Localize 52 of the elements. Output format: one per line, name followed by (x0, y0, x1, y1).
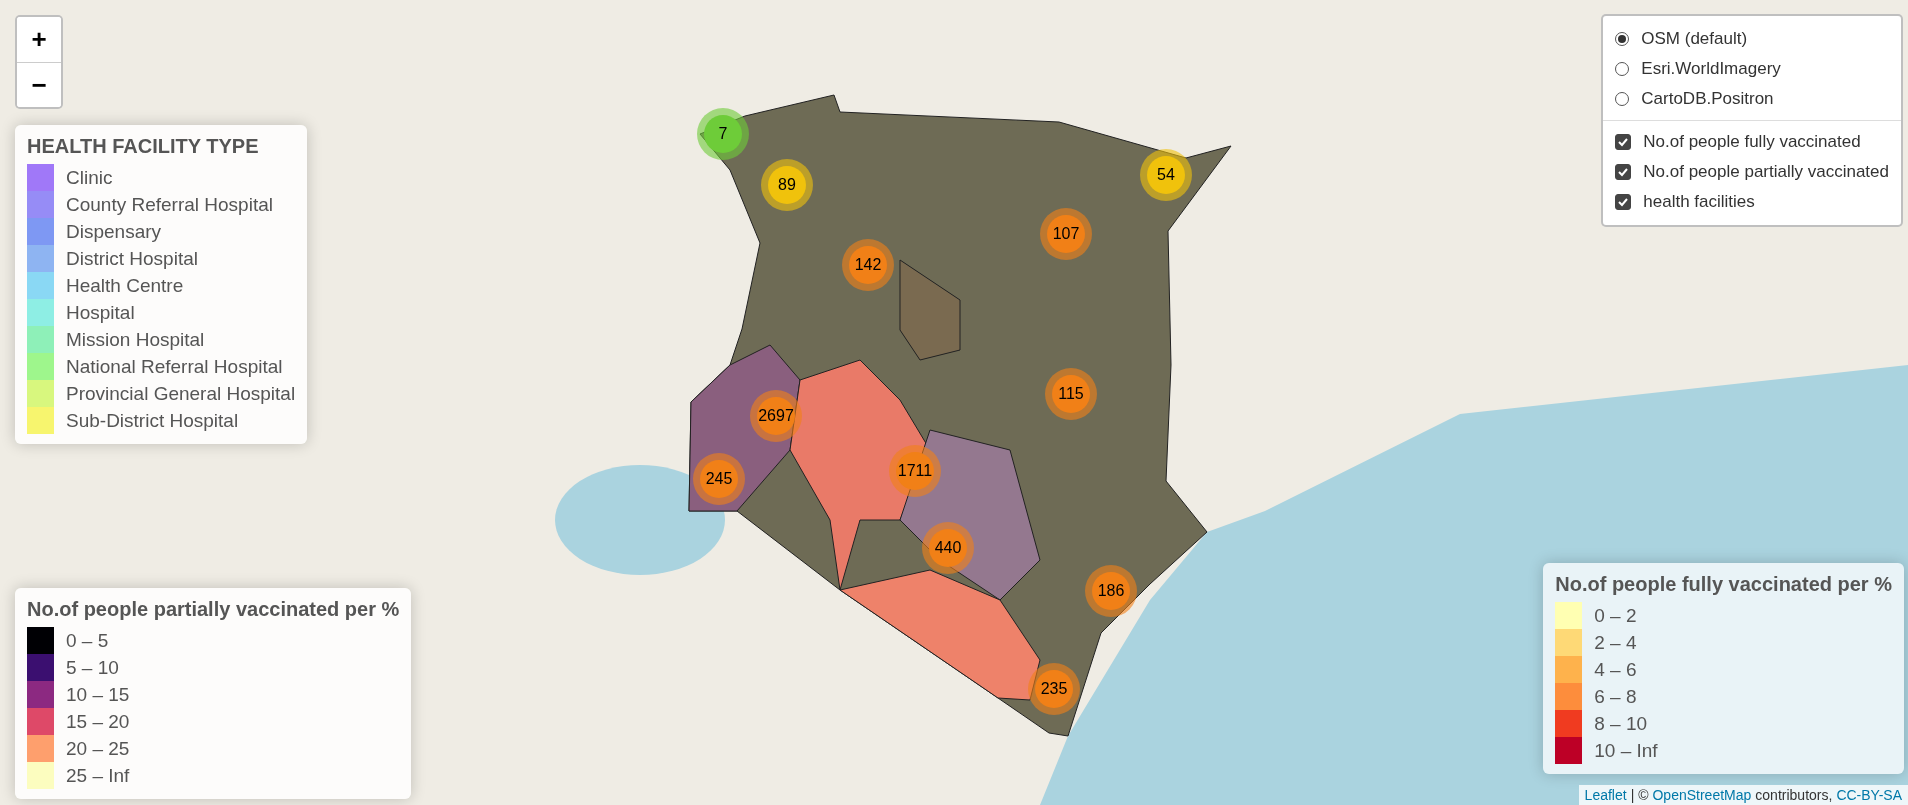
legend-label: 0 – 5 (66, 629, 109, 652)
cluster-marker[interactable]: 2697 (750, 390, 802, 442)
checkbox[interactable] (1615, 134, 1632, 150)
attribution-link[interactable]: Leaflet (1584, 787, 1627, 803)
attribution-text: | © (1630, 787, 1649, 803)
zoom-out-button[interactable]: − (17, 62, 61, 107)
legend-label: 6 – 8 (1594, 685, 1637, 708)
legend-label: 5 – 10 (66, 656, 119, 679)
legend-label: 4 – 6 (1594, 658, 1637, 681)
legend-title: No.of people partially vaccinated per % (27, 598, 400, 621)
legend-label: National Referral Hospital (66, 355, 283, 378)
attribution-link[interactable]: CC-BY-SA (1836, 787, 1902, 803)
legend-label: Sub-District Hospital (66, 409, 239, 432)
cluster-marker[interactable]: 186 (1085, 565, 1137, 617)
legend-label: 10 – Inf (1594, 739, 1658, 762)
overlay-label[interactable]: health facilities (1643, 192, 1755, 212)
legend-title: HEALTH FACILITY TYPE (27, 135, 260, 158)
legend-label: Hospital (66, 301, 135, 324)
cluster-marker[interactable]: 107 (1040, 208, 1092, 260)
legend-label: 15 – 20 (66, 710, 130, 733)
checkbox[interactable] (1615, 164, 1632, 180)
overlay-label[interactable]: No.of people partially vaccinated (1643, 162, 1889, 182)
overlay-label[interactable]: No.of people fully vaccinated (1643, 132, 1861, 152)
base-layer-label[interactable]: Esri.WorldImagery (1641, 59, 1781, 79)
legend-title: No.of people fully vaccinated per % (1555, 573, 1892, 596)
base-layer-label[interactable]: CartoDB.Positron (1641, 89, 1774, 109)
cluster-marker[interactable]: 235 (1028, 663, 1080, 715)
cluster-marker[interactable]: 115 (1045, 368, 1097, 420)
legend-label: 20 – 25 (66, 737, 130, 760)
legend-label: Mission Hospital (66, 328, 205, 351)
cluster-marker[interactable]: 245 (693, 453, 745, 505)
cluster-marker[interactable]: 1711 (889, 445, 941, 497)
cluster-marker[interactable]: 7 (697, 108, 749, 160)
legend-label: 2 – 4 (1594, 631, 1637, 654)
cluster-marker[interactable]: 54 (1140, 149, 1192, 201)
cluster-marker[interactable]: 89 (761, 159, 813, 211)
checkbox[interactable] (1615, 194, 1632, 210)
legend-label: Health Centre (66, 274, 184, 297)
legend-label: Clinic (66, 166, 113, 189)
base-layer-label[interactable]: OSM (default) (1641, 29, 1748, 49)
attribution-link[interactable]: OpenStreetMap (1652, 787, 1752, 803)
legend-label: 10 – 15 (66, 683, 130, 706)
cluster-marker[interactable]: 440 (922, 522, 974, 574)
cluster-marker[interactable]: 142 (842, 239, 894, 291)
legend-label: District Hospital (66, 247, 198, 270)
attribution-text: contributors, (1755, 787, 1833, 803)
legend-label: 8 – 10 (1594, 712, 1648, 735)
legend-label: County Referral Hospital (66, 193, 273, 216)
legend-label: 0 – 2 (1594, 604, 1637, 627)
legend-label: Provincial General Hospital (66, 382, 296, 405)
legend-label: Dispensary (66, 220, 162, 243)
legend-label: 25 – Inf (66, 764, 130, 787)
